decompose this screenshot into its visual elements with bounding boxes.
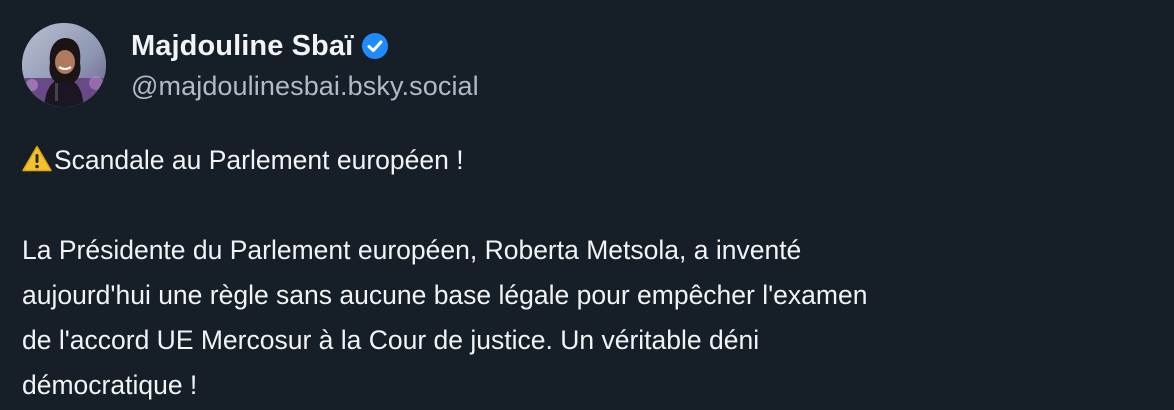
warning-icon — [22, 141, 52, 172]
post-headline: Scandale au Parlement européen ! — [54, 145, 464, 175]
post-body-line: démocratique ! — [22, 370, 198, 400]
author-avatar[interactable] — [22, 23, 106, 107]
post-headline-line: Scandale au Parlement européen ! — [22, 138, 1162, 183]
post-body-line: La Présidente du Parlement européen, Rob… — [22, 235, 802, 265]
verified-badge-icon — [361, 32, 389, 60]
author-handle[interactable]: @majdoulinesbai.bsky.social — [131, 71, 479, 102]
paragraph-break — [22, 183, 1162, 228]
post-body-line: de l'accord UE Mercosur à la Cour de jus… — [22, 325, 760, 355]
author-name-row: Majdouline Sbaï — [131, 26, 389, 66]
author-display-name[interactable]: Majdouline Sbaï — [131, 30, 353, 63]
post-body-line: aujourd'hui une règle sans aucune base l… — [22, 280, 868, 310]
post-card: Majdouline Sbaï @majdoulinesbai.bsky.soc… — [0, 0, 1174, 410]
avatar-photo — [22, 23, 106, 107]
post-text: Scandale au Parlement européen ! La Prés… — [22, 138, 1162, 408]
